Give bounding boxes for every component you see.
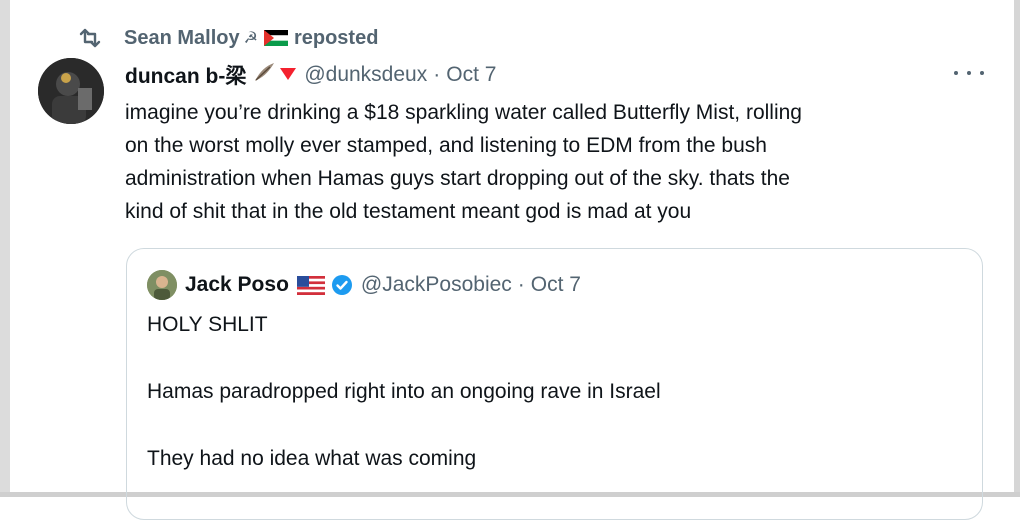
hammer-sickle-icon: ☭ [243, 30, 258, 47]
verified-badge-icon [331, 275, 352, 295]
red-triangle-icon [280, 63, 297, 87]
tweet-text: imagine you’re drinking a $18 sparkling … [125, 96, 985, 228]
quoted-tweet[interactable]: Jack Poso @JackPosobiec · Oct 7 HOLY SHL… [126, 248, 983, 520]
tweet-text-line: administration when Hamas guys start dro… [125, 167, 790, 190]
separator-dot: · [517, 273, 525, 296]
tweet-text-line: on the worst molly ever stamped, and lis… [125, 134, 767, 157]
window-left-border [0, 0, 10, 497]
repost-label: reposted [293, 26, 379, 49]
tweet-text-line: imagine you’re drinking a $18 sparkling … [125, 101, 802, 124]
feather-icon [252, 61, 276, 89]
quoted-tweet-header: Jack Poso @JackPosobiec · Oct 7 [147, 270, 581, 300]
avatar-image [38, 58, 104, 124]
quoted-author-avatar [147, 270, 177, 300]
tweet-header: duncan b-梁 @dunksdeux · Oct 7 [125, 60, 496, 90]
palestine-flag-icon [263, 30, 288, 46]
quoted-author-display-name: Jack Poso [185, 273, 289, 296]
us-flag-icon [296, 275, 325, 295]
quoted-tweet-text-line: They had no idea what was coming [147, 447, 477, 470]
quoted-author-handle: @JackPosobiec [360, 273, 512, 296]
repost-icon [79, 28, 101, 48]
more-icon[interactable] [954, 63, 984, 83]
quoted-tweet-text-line: HOLY SHLIT [147, 313, 268, 336]
repost-user-name[interactable]: Sean Malloy [124, 27, 240, 50]
author-display-name[interactable]: duncan b-梁 [125, 60, 246, 90]
separator-dot: · [433, 63, 441, 86]
quoted-tweet-text-line: Hamas paradropped right into an ongoing … [147, 380, 661, 403]
repost-context[interactable]: Sean Malloy ☭ reposted [78, 26, 378, 50]
author-avatar[interactable] [38, 58, 104, 124]
window-right-border [1014, 0, 1020, 497]
tweet-text-line: kind of shit that in the old testament m… [125, 200, 692, 223]
quoted-tweet-date: Oct 7 [530, 273, 581, 296]
tweet-date[interactable]: Oct 7 [446, 63, 496, 87]
author-handle[interactable]: @dunksdeux [304, 63, 427, 87]
